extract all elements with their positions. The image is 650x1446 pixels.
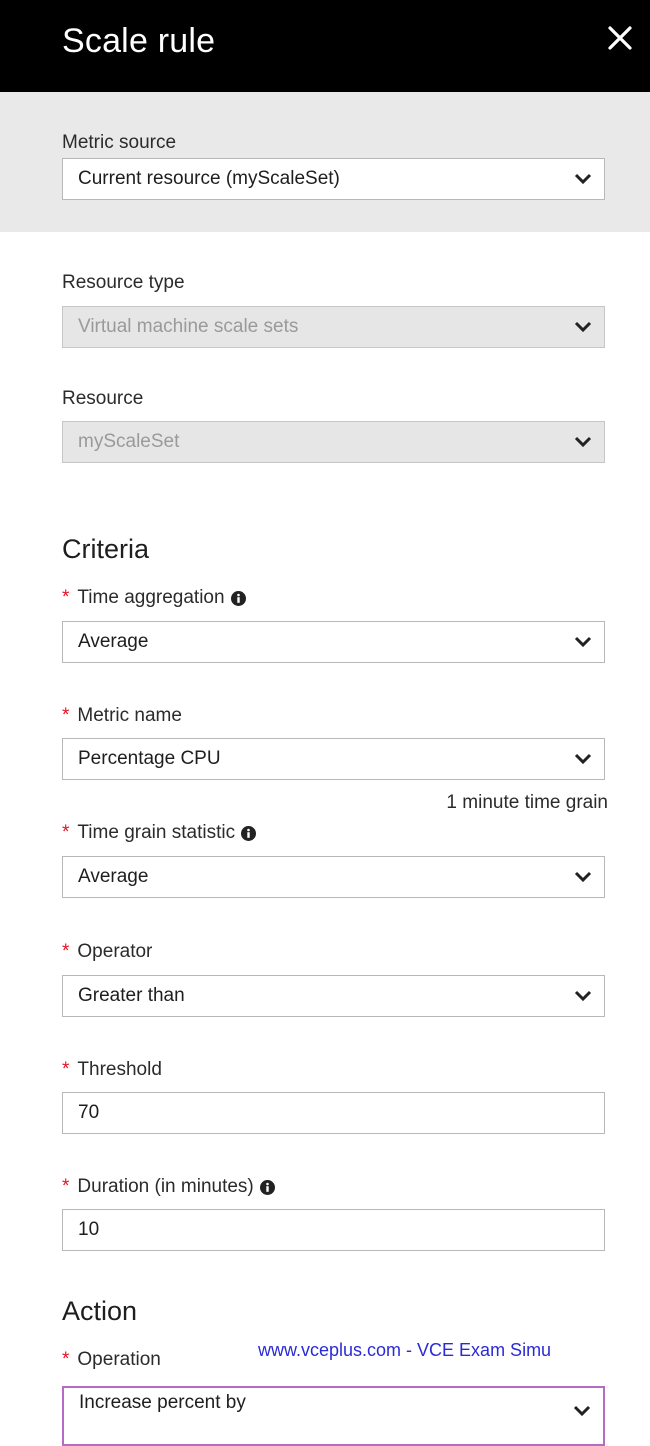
required-marker: * bbox=[62, 941, 70, 962]
required-marker: * bbox=[62, 1176, 70, 1197]
operator-label: * Operator bbox=[62, 941, 153, 962]
metric-name-dropdown[interactable]: Percentage CPU bbox=[62, 738, 605, 780]
resource-label: Resource bbox=[62, 388, 144, 409]
threshold-input[interactable]: 70 bbox=[62, 1092, 605, 1134]
chevron-down-icon bbox=[574, 636, 592, 648]
time-aggregation-dropdown[interactable]: Average bbox=[62, 621, 605, 663]
info-icon[interactable] bbox=[259, 1179, 275, 1195]
metric-name-value: Percentage CPU bbox=[78, 748, 221, 769]
resource-type-label: Resource type bbox=[62, 272, 185, 293]
watermark-text: www.vceplus.com - VCE Exam Simu bbox=[258, 1340, 552, 1360]
metric-source-label: Metric source bbox=[62, 132, 177, 153]
metric-source-value: Current resource (myScaleSet) bbox=[78, 168, 340, 189]
chevron-down-icon bbox=[573, 1405, 591, 1417]
time-grain-hint: 1 minute time grain bbox=[446, 792, 608, 813]
chevron-down-icon bbox=[574, 321, 592, 333]
resource-value: myScaleSet bbox=[78, 431, 180, 452]
resource-type-dropdown: Virtual machine scale sets bbox=[62, 306, 605, 348]
time-aggregation-value: Average bbox=[78, 631, 149, 652]
chevron-down-icon bbox=[574, 753, 592, 765]
close-icon bbox=[608, 26, 632, 50]
info-icon[interactable] bbox=[230, 590, 246, 606]
operation-dropdown[interactable]: Increase percent by bbox=[62, 1386, 605, 1446]
close-button[interactable] bbox=[600, 18, 640, 58]
info-icon[interactable] bbox=[241, 825, 257, 841]
required-marker: * bbox=[62, 705, 70, 726]
time-grain-statistic-value: Average bbox=[78, 866, 149, 887]
required-marker: * bbox=[62, 1349, 70, 1370]
chevron-down-icon bbox=[574, 173, 592, 185]
resource-dropdown: myScaleSet bbox=[62, 421, 605, 463]
chevron-down-icon bbox=[574, 990, 592, 1002]
operator-dropdown[interactable]: Greater than bbox=[62, 975, 605, 1017]
resource-type-value: Virtual machine scale sets bbox=[78, 316, 299, 337]
required-marker: * bbox=[62, 1059, 70, 1080]
metric-name-label: * Metric name bbox=[62, 705, 182, 726]
time-grain-statistic-label: * Time grain statistic bbox=[62, 822, 257, 844]
metric-source-dropdown[interactable]: Current resource (myScaleSet) bbox=[62, 158, 605, 200]
threshold-value: 70 bbox=[78, 1102, 100, 1123]
blade-header: Scale rule bbox=[0, 0, 650, 92]
threshold-label: * Threshold bbox=[62, 1059, 162, 1080]
time-grain-statistic-dropdown[interactable]: Average bbox=[62, 856, 605, 898]
required-marker: * bbox=[62, 587, 70, 608]
required-marker: * bbox=[62, 822, 70, 843]
duration-value: 10 bbox=[78, 1219, 100, 1240]
time-aggregation-label: * Time aggregation bbox=[62, 587, 246, 609]
chevron-down-icon bbox=[574, 436, 592, 448]
duration-label: * Duration (in minutes) bbox=[62, 1176, 275, 1198]
action-heading: Action bbox=[62, 1296, 138, 1326]
duration-input[interactable]: 10 bbox=[62, 1209, 605, 1251]
page-title: Scale rule bbox=[62, 22, 216, 60]
operation-value: Increase percent by bbox=[79, 1392, 246, 1413]
chevron-down-icon bbox=[574, 871, 592, 883]
criteria-heading: Criteria bbox=[62, 534, 150, 564]
operator-value: Greater than bbox=[78, 985, 185, 1006]
operation-label: * Operation bbox=[62, 1349, 161, 1370]
